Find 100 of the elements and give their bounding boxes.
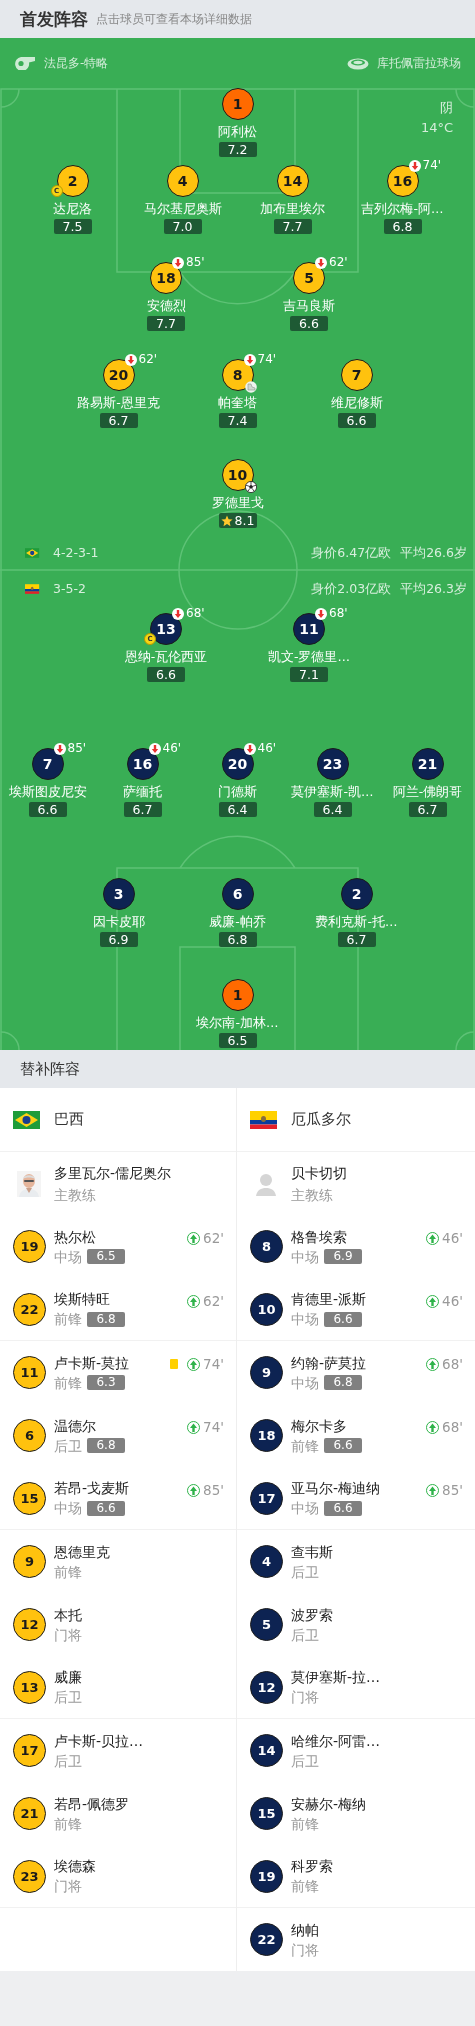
substitution-minute: 85': [203, 1482, 224, 1498]
player-token[interactable]: 4: [250, 1545, 283, 1578]
player-token[interactable]: 7: [340, 359, 373, 391]
player-name: 肯德里-派斯: [291, 1290, 368, 1309]
player-token[interactable]: 23: [13, 1859, 46, 1893]
player-rating: 7.7: [147, 316, 185, 331]
player-rating: 6.5: [87, 1249, 125, 1264]
weather-text: 阴: [440, 99, 453, 117]
player-token[interactable]: 10: [250, 1292, 283, 1326]
substitution-on-icon: [187, 1231, 201, 1245]
player-token[interactable]: 4: [166, 165, 199, 197]
player-token[interactable]: 13: [13, 1670, 46, 1704]
player-token[interactable]: 22: [13, 1292, 46, 1326]
player-token[interactable]: 1: [221, 88, 254, 120]
player-name: 萨缅托: [123, 784, 162, 800]
player-token[interactable]: 20: [102, 359, 135, 391]
player-name: 恩纳-瓦伦西亚: [124, 649, 208, 665]
player-name: 埃德森: [54, 1857, 97, 1876]
player-name: 阿兰-佛朗哥: [392, 784, 463, 800]
player-token[interactable]: 6: [221, 878, 254, 910]
substitution-minute: 62': [203, 1293, 224, 1309]
player-rating: 6.7: [408, 802, 447, 817]
player-token[interactable]: 12: [13, 1608, 46, 1641]
player-name: 哈维尔-阿雷…: [291, 1731, 382, 1751]
player-token[interactable]: 21: [411, 748, 444, 780]
coach-name: 多里瓦尔-儒尼奥尔: [54, 1163, 173, 1183]
player-token[interactable]: 11: [293, 613, 325, 645]
player-token[interactable]: 10: [221, 459, 254, 491]
player-name: 威廉: [54, 1668, 83, 1687]
flag-icon: [13, 1110, 40, 1129]
player-position: 前锋: [54, 1310, 82, 1329]
substitution-off-icon: [243, 743, 256, 755]
player-token[interactable]: 9: [13, 1545, 46, 1578]
average-age-text: 平均26.6岁: [400, 543, 467, 562]
player-position: 门将: [291, 1688, 319, 1707]
player-token[interactable]: 21: [13, 1797, 46, 1830]
player-rating: 7.1: [290, 667, 328, 682]
player-token[interactable]: 1: [221, 979, 254, 1011]
player-token[interactable]: 14: [250, 1734, 283, 1767]
substitution-minute: 85': [442, 1482, 463, 1498]
player-rating: 6.6: [147, 667, 185, 682]
player-name: 埃斯特旺: [54, 1290, 111, 1309]
player-position: 中场: [291, 1247, 319, 1267]
coach-role: 主教练: [291, 1185, 334, 1205]
referee-name: 法昆多-特略: [44, 54, 109, 72]
player-name: 安赫尔-梅纳: [291, 1794, 368, 1814]
player-token[interactable]: 20: [221, 748, 254, 780]
player-name: 莫伊塞斯-凯…: [291, 784, 374, 800]
player-token[interactable]: 18: [250, 1419, 283, 1452]
player-token[interactable]: 23: [316, 748, 349, 780]
substitution-off-icon: [315, 608, 327, 620]
team-name: 厄瓜多尔: [291, 1110, 351, 1129]
substitution-off-icon: [148, 743, 161, 755]
formation-text: 3-5-2: [53, 580, 86, 598]
player-rating: 6.4: [218, 802, 257, 817]
player-token[interactable]: 9: [250, 1356, 283, 1389]
player-name: 门德斯: [218, 784, 257, 800]
player-position: 门将: [54, 1877, 82, 1896]
player-token[interactable]: 17: [13, 1734, 46, 1767]
player-token[interactable]: 17: [250, 1481, 283, 1515]
player-token[interactable]: 5: [250, 1608, 283, 1641]
player-token[interactable]: 6: [13, 1419, 46, 1452]
substitution-minute: 74': [422, 158, 442, 172]
player-token[interactable]: 19: [250, 1859, 283, 1893]
player-token[interactable]: 19: [13, 1230, 46, 1263]
player-token[interactable]: 5: [293, 262, 325, 294]
player-token[interactable]: 2: [340, 878, 373, 910]
player-token[interactable]: 14: [276, 165, 309, 197]
player-name: 亚马尔-梅迪纳: [291, 1479, 382, 1498]
player-position: 后卫: [54, 1751, 82, 1771]
player-rating: 7.5: [53, 219, 92, 234]
player-name: 因卡皮耶: [92, 914, 145, 930]
squad-value-text: 身价6.47亿欧: [311, 543, 392, 562]
player-name: 安德烈: [146, 298, 186, 314]
player-token[interactable]: 15: [13, 1481, 46, 1515]
player-token[interactable]: 11: [13, 1356, 46, 1389]
player-rating: 6.7: [123, 802, 162, 817]
player-token[interactable]: 15: [250, 1797, 283, 1830]
player-position: 后卫: [291, 1562, 319, 1582]
player-name: 马尔基尼奥斯: [143, 201, 222, 217]
player-token[interactable]: 22: [250, 1923, 283, 1956]
substitution-off-icon: [315, 257, 327, 269]
player-token[interactable]: 12: [250, 1670, 283, 1704]
player-name: 费利克斯-托…: [315, 914, 398, 930]
player-token[interactable]: 16: [386, 165, 419, 197]
player-position: 中场: [54, 1499, 82, 1518]
player-token[interactable]: 3: [102, 878, 135, 910]
team-name: 巴西: [54, 1110, 84, 1129]
player-rating: 6.6: [290, 316, 328, 331]
substitution-on-icon: [426, 1420, 440, 1434]
player-name: 阿利松: [218, 124, 257, 140]
player-token[interactable]: 8: [250, 1230, 283, 1263]
whistle-icon: [14, 56, 36, 70]
coach-name: 贝卡切切: [291, 1163, 348, 1183]
player-token[interactable]: 7: [31, 748, 64, 780]
player-rating: 6.6: [337, 413, 376, 428]
player-token[interactable]: 16: [126, 748, 159, 780]
player-token[interactable]: 18: [150, 262, 182, 294]
player-name: 达尼洛: [53, 201, 92, 217]
player-position: 后卫: [54, 1436, 82, 1456]
